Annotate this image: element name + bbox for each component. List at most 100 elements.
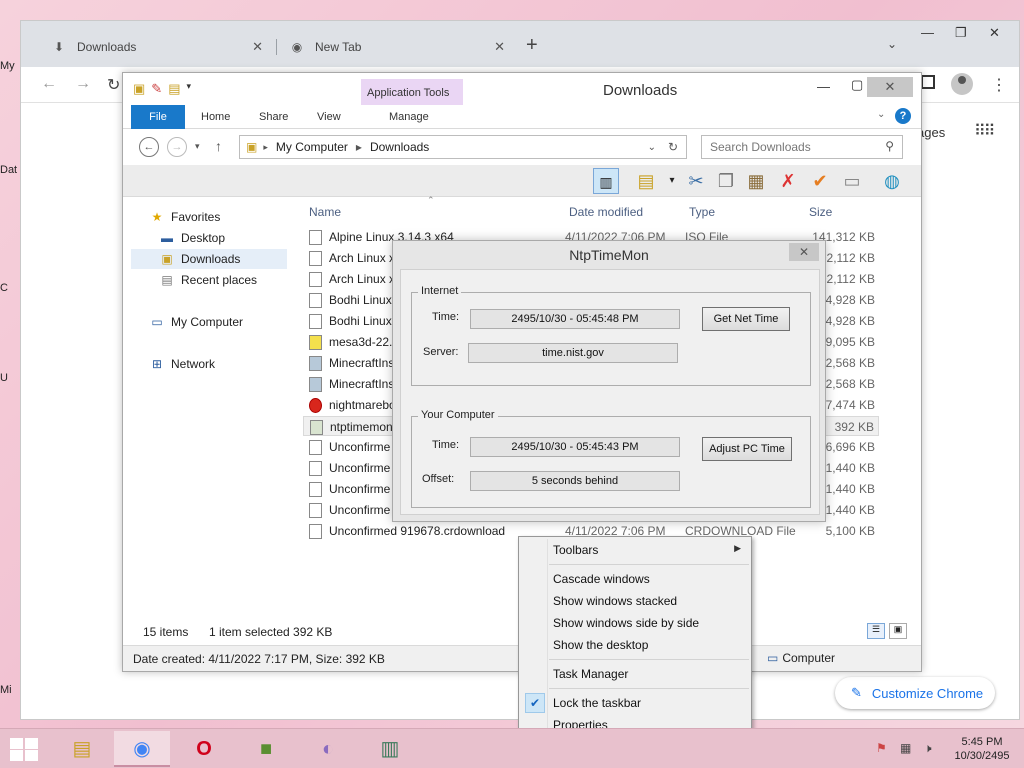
- address-dropdown-icon[interactable]: ⌄: [648, 142, 656, 153]
- adjust-pc-time-button[interactable]: Adjust PC Time: [702, 437, 792, 461]
- file-explorer-icon[interactable]: ▤: [54, 731, 110, 767]
- properties-icon[interactable]: ✎: [151, 81, 162, 97]
- network-tray-icon[interactable]: ▦: [900, 741, 911, 755]
- nav-downloads[interactable]: ▣ Downloads: [131, 249, 287, 269]
- checkmark-icon[interactable]: ✔: [807, 168, 833, 194]
- menu-item-lock-taskbar[interactable]: Lock the taskbar: [553, 696, 641, 710]
- nav-recent-places[interactable]: ▤ Recent places: [159, 270, 257, 290]
- desktop-icon-label[interactable]: C: [0, 282, 8, 294]
- minimize-icon[interactable]: —: [921, 25, 934, 40]
- ntptimemon-icon[interactable]: ▥: [362, 731, 418, 767]
- new-folder-icon[interactable]: ▤: [168, 81, 180, 97]
- chrome-icon[interactable]: ◉: [114, 731, 170, 767]
- large-icons-view-icon[interactable]: ▣: [889, 623, 907, 639]
- menu-item-toolbars[interactable]: Toolbars: [553, 543, 598, 557]
- delete-icon[interactable]: ✗: [775, 168, 801, 194]
- close-icon[interactable]: ✕: [867, 77, 913, 97]
- tab-downloads[interactable]: ⬇ Downloads ✕: [41, 31, 273, 63]
- paste-icon[interactable]: ▦: [743, 168, 769, 194]
- nav-network[interactable]: ⊞ Network: [149, 354, 215, 374]
- forward-icon[interactable]: →: [167, 137, 187, 157]
- tab-manage[interactable]: Manage: [389, 111, 429, 123]
- server-label: Server:: [423, 346, 459, 358]
- help-icon[interactable]: ?: [895, 108, 911, 124]
- paint-icon[interactable]: ◐: [300, 731, 356, 767]
- back-icon[interactable]: ←: [139, 137, 159, 157]
- address-bar[interactable]: ▣ ▸ My Computer ▸ Downloads ⌄ ↻: [239, 135, 687, 159]
- breadcrumb-downloads[interactable]: Downloads: [370, 140, 429, 154]
- menu-item-show-desktop[interactable]: Show the desktop: [553, 638, 648, 652]
- desktop-icon-label[interactable]: My: [0, 60, 15, 72]
- menu-kebab-icon[interactable]: ⋮: [991, 75, 1007, 95]
- close-icon[interactable]: ✕: [789, 243, 819, 261]
- profile-avatar[interactable]: [951, 73, 973, 95]
- menu-item-task-manager[interactable]: Task Manager: [553, 667, 628, 681]
- up-icon[interactable]: ↑: [215, 138, 222, 154]
- views-icon[interactable]: ▤: [633, 168, 659, 194]
- minimize-icon[interactable]: —: [817, 79, 830, 94]
- ribbon-expand-icon[interactable]: ⌄: [877, 109, 885, 120]
- copy-icon[interactable]: ❐: [713, 168, 739, 194]
- column-header-date[interactable]: Date modified: [569, 205, 643, 219]
- file-name: Unconfirme: [329, 440, 391, 454]
- nav-label: Desktop: [181, 231, 226, 245]
- close-tab-icon[interactable]: ✕: [494, 39, 505, 55]
- folder-icon[interactable]: ▣: [133, 81, 145, 97]
- cut-icon[interactable]: ✂: [683, 168, 709, 194]
- volume-muted-icon[interactable]: 🕨: [924, 741, 932, 756]
- restore-icon[interactable]: ❐: [955, 25, 967, 41]
- menu-item-stacked[interactable]: Show windows stacked: [553, 594, 677, 608]
- blank-file-icon: [309, 524, 322, 539]
- archive-file-icon: [309, 335, 322, 350]
- back-icon[interactable]: ←: [41, 75, 57, 93]
- column-header-name[interactable]: Name: [309, 205, 341, 219]
- folder-icon: ▣: [246, 140, 258, 154]
- recent-locations-icon[interactable]: ▾: [195, 141, 200, 152]
- refresh-icon[interactable]: ↻: [668, 140, 678, 154]
- menu-item-side-by-side[interactable]: Show windows side by side: [553, 616, 699, 630]
- column-header-type[interactable]: Type: [689, 205, 715, 219]
- file-name: Arch Linux x: [329, 251, 396, 265]
- close-icon[interactable]: ✕: [989, 25, 1000, 41]
- search-input[interactable]: Search Downloads ⚲: [701, 135, 903, 159]
- close-tab-icon[interactable]: ✕: [252, 39, 263, 55]
- breadcrumb-computer[interactable]: My Computer: [276, 140, 348, 154]
- apps-grid-icon[interactable]: ⠿⠿: [974, 121, 995, 141]
- details-view-icon[interactable]: ☰: [867, 623, 885, 639]
- opera-icon[interactable]: O: [176, 731, 232, 767]
- minecraft-icon[interactable]: ■: [238, 731, 294, 767]
- column-header-size[interactable]: Size: [809, 205, 832, 219]
- tab-file[interactable]: File: [131, 105, 185, 129]
- views-dropdown-icon[interactable]: ▾: [659, 168, 685, 194]
- globe-icon[interactable]: ◍: [879, 168, 905, 194]
- desktop-icon-label[interactable]: U: [0, 372, 8, 384]
- start-button[interactable]: [8, 737, 40, 761]
- preview-pane-icon[interactable]: ▥: [593, 168, 619, 194]
- action-center-flag-icon[interactable]: ⚑: [876, 741, 887, 755]
- tab-home[interactable]: Home: [201, 111, 230, 123]
- forward-icon[interactable]: →: [75, 75, 91, 93]
- nav-label: Recent places: [181, 273, 258, 287]
- server-field[interactable]: time.nist.gov: [468, 343, 678, 363]
- customize-qat-icon[interactable]: ▾: [187, 81, 192, 97]
- file-name: MinecraftIns: [329, 356, 395, 370]
- get-net-time-button[interactable]: Get Net Time: [702, 307, 790, 331]
- side-panel-icon[interactable]: [921, 75, 935, 89]
- new-tab-button[interactable]: +: [526, 35, 538, 55]
- system-clock[interactable]: 5:45 PM 10/30/2495: [950, 735, 1014, 763]
- menu-item-cascade[interactable]: Cascade windows: [553, 572, 650, 586]
- installer-icon: [309, 377, 322, 392]
- nav-my-computer[interactable]: ▭ My Computer: [149, 312, 243, 332]
- reload-icon[interactable]: ↻: [107, 75, 120, 95]
- nav-favorites[interactable]: ★ Favorites: [149, 207, 221, 227]
- desktop-icon-label[interactable]: Dat: [0, 164, 17, 176]
- tab-share[interactable]: Share: [259, 111, 288, 123]
- tab-search-chevron-icon[interactable]: ⌄: [887, 37, 897, 51]
- rename-icon[interactable]: ▭: [839, 168, 865, 194]
- maximize-icon[interactable]: ▢: [851, 77, 863, 93]
- customize-chrome-button[interactable]: ✎ Customize Chrome: [835, 677, 995, 709]
- nav-desktop[interactable]: ▬ Desktop: [159, 228, 225, 248]
- tab-view[interactable]: View: [317, 111, 341, 123]
- desktop-icon-label[interactable]: Mi: [0, 684, 12, 696]
- tab-new-tab[interactable]: ◉ New Tab ✕: [279, 31, 515, 63]
